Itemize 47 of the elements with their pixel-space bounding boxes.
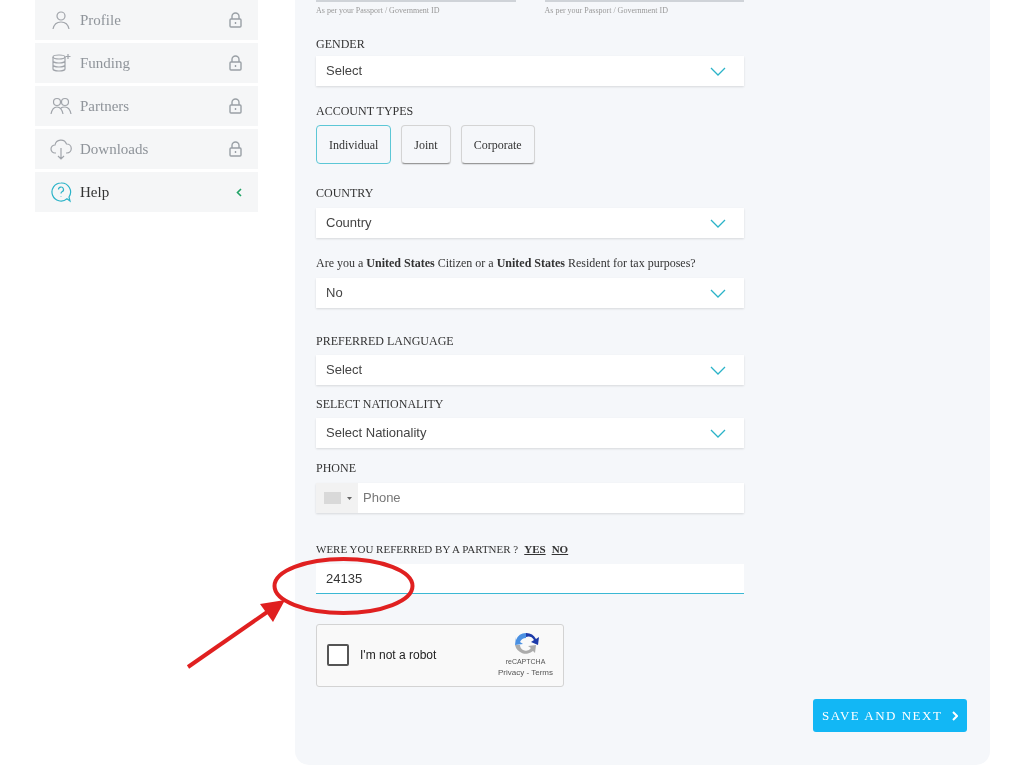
phone-input[interactable]: Phone (363, 488, 744, 508)
chevron-down-icon (710, 365, 726, 375)
recaptcha-logo-icon (512, 630, 539, 657)
caret-icon (347, 496, 352, 500)
partner-id-field[interactable]: 24135 (316, 563, 744, 594)
flag-icon (324, 492, 341, 504)
referral-option-link[interactable]: NO (551, 541, 569, 558)
lock-icon (229, 12, 242, 28)
chevron-right-icon (952, 710, 959, 721)
cloud-download-icon (50, 138, 72, 160)
select-dropdown[interactable]: No (316, 278, 744, 308)
field-label: PREFERRED LANGUAGE (316, 333, 455, 350)
referral-question: WERE YOU REFERRED BY A PARTNER ? (316, 542, 519, 557)
chevron-left-icon (236, 187, 242, 197)
field-label: GENDER (316, 36, 366, 53)
chevron-down-icon (710, 218, 726, 228)
lock-icon (229, 141, 242, 157)
field-label: ACCOUNT TYPES (316, 103, 415, 120)
field-label: PHONE (316, 460, 357, 477)
field-label: SELECT NATIONALITY (316, 396, 445, 413)
person-icon (50, 9, 72, 31)
account-type-option[interactable]: Corporate (460, 125, 535, 164)
chevron-down-icon (710, 428, 726, 438)
lock-icon (229, 55, 242, 71)
phone-field[interactable]: Phone (316, 483, 744, 513)
coins-icon (50, 52, 72, 74)
select-dropdown[interactable]: Select (316, 355, 744, 385)
people-icon (50, 95, 72, 117)
captcha-links[interactable]: Privacy - Terms (498, 667, 553, 680)
field-hint: As per your Passport / Government ID (544, 5, 670, 17)
account-type-option[interactable]: Joint (401, 125, 451, 164)
select-dropdown[interactable]: Select (316, 56, 744, 86)
tax-question: Are you a United States Citizen or a United States Resident for tax purposes? (316, 255, 697, 272)
help-icon (50, 181, 72, 203)
referral-option-link[interactable]: YES (524, 541, 546, 558)
country-code-picker[interactable] (316, 483, 358, 513)
captcha-checkbox[interactable] (327, 644, 349, 666)
field-label: COUNTRY (316, 185, 375, 202)
select-dropdown[interactable]: Select Nationality (316, 418, 744, 448)
sidebar-item[interactable]: Help (35, 172, 258, 212)
field-hint: As per your Passport / Government ID (316, 5, 441, 17)
account-type-option[interactable]: Individual (316, 125, 392, 164)
chevron-down-icon (710, 288, 726, 298)
lock-icon (229, 98, 242, 114)
captcha-label: I'm not a robot (360, 647, 438, 664)
select-dropdown[interactable]: Country (316, 208, 744, 238)
chevron-down-icon (710, 66, 726, 76)
